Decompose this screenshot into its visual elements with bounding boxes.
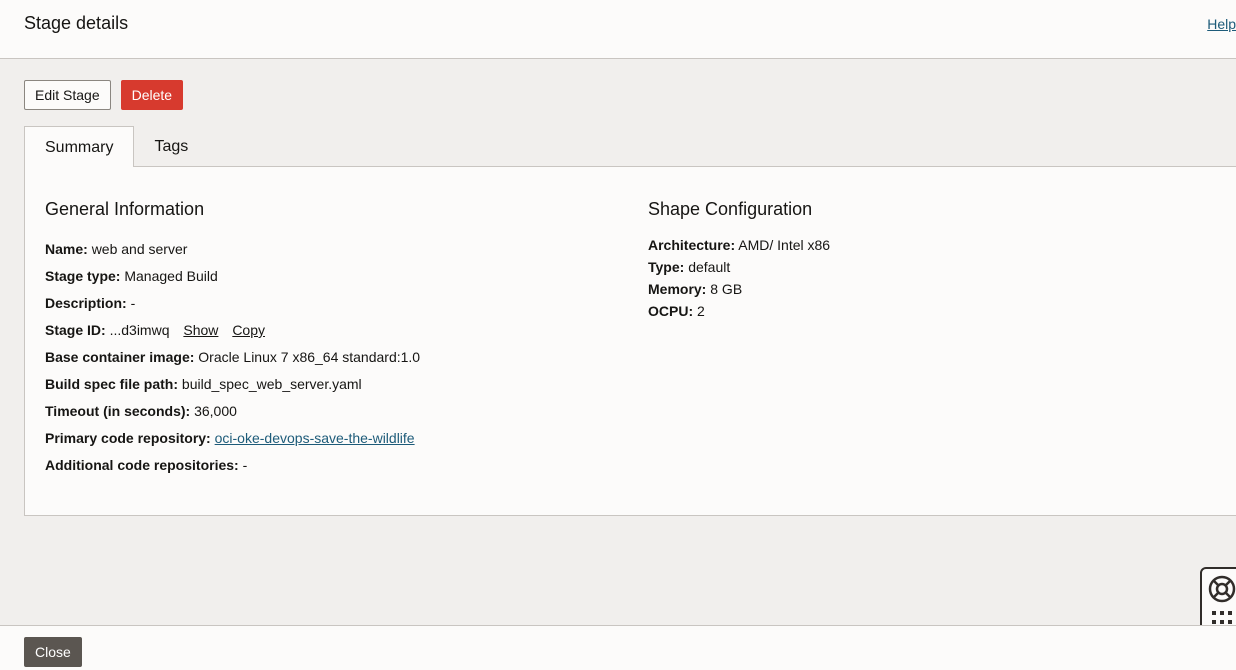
field-label: Build spec file path:: [45, 376, 179, 392]
lifebuoy-icon: [1208, 575, 1236, 603]
field-value: default: [688, 259, 731, 275]
field-value: Managed Build: [124, 268, 218, 284]
field-label: Stage ID:: [45, 322, 106, 338]
field-label: Timeout (in seconds):: [45, 403, 191, 419]
close-button[interactable]: Close: [24, 637, 82, 667]
page-footer: Close: [0, 625, 1236, 670]
field-value: -: [242, 457, 248, 473]
field-additional-repos: Additional code repositories: -: [45, 452, 420, 479]
field-build-spec-path: Build spec file path: build_spec_web_ser…: [45, 371, 420, 398]
field-ocpu: OCPU: 2: [648, 300, 830, 322]
general-information-section: General Information Name: web and server…: [45, 199, 420, 479]
help-widget[interactable]: [1200, 567, 1236, 631]
field-value: 36,000: [194, 403, 237, 419]
field-name: Name: web and server: [45, 236, 420, 263]
primary-repo-link[interactable]: oci-oke-devops-save-the-wildlife: [215, 430, 415, 446]
field-label: Additional code repositories:: [45, 457, 239, 473]
field-value: build_spec_web_server.yaml: [181, 376, 362, 392]
tab-summary[interactable]: Summary: [24, 126, 135, 167]
show-id-link[interactable]: Show: [183, 322, 218, 338]
field-label: Base container image:: [45, 349, 195, 365]
field-architecture: Architecture: AMD/ Intel x86: [648, 234, 830, 256]
field-label: Description:: [45, 295, 127, 311]
field-description: Description: -: [45, 290, 420, 317]
field-value: 2: [697, 303, 705, 319]
field-timeout: Timeout (in seconds): 36,000: [45, 398, 420, 425]
section-title-general: General Information: [45, 199, 205, 219]
section-title-shape: Shape Configuration: [648, 199, 813, 219]
shape-configuration-section: Shape Configuration Architecture: AMD/ I…: [648, 199, 830, 322]
field-type: Type: default: [648, 256, 830, 278]
delete-button[interactable]: Delete: [120, 80, 184, 110]
tab-bar: Summary Tags: [24, 126, 208, 167]
tab-tags[interactable]: Tags: [134, 126, 208, 167]
page-title: Stage details: [24, 13, 129, 33]
field-label: Stage type:: [45, 268, 121, 284]
field-value: AMD/ Intel x86: [738, 237, 831, 253]
field-value: 8 GB: [710, 281, 743, 297]
app-grid-icon: [1212, 611, 1232, 624]
help-link[interactable]: Help: [1207, 16, 1236, 32]
field-label: Primary code repository:: [45, 430, 211, 446]
field-value: web and server: [91, 241, 188, 257]
field-memory: Memory: 8 GB: [648, 278, 830, 300]
field-value: -: [130, 295, 136, 311]
field-stage-id: Stage ID: ...d3imwq Show Copy: [45, 317, 420, 344]
summary-panel: General Information Name: web and server…: [24, 166, 1236, 516]
field-base-container-image: Base container image: Oracle Linux 7 x86…: [45, 344, 420, 371]
action-bar: Edit Stage Delete: [24, 80, 184, 110]
page-header: Stage details Help: [0, 0, 1236, 59]
field-label: Memory:: [648, 281, 707, 297]
field-primary-repo: Primary code repository: oci-oke-devops-…: [45, 425, 420, 452]
edit-stage-button[interactable]: Edit Stage: [24, 80, 111, 110]
copy-id-link[interactable]: Copy: [232, 322, 265, 338]
field-stage-type: Stage type: Managed Build: [45, 263, 420, 290]
field-label: Architecture:: [648, 237, 736, 253]
field-label: Type:: [648, 259, 685, 275]
field-value: Oracle Linux 7 x86_64 standard:1.0: [198, 349, 421, 365]
field-label: OCPU:: [648, 303, 694, 319]
field-label: Name:: [45, 241, 88, 257]
field-value: ...d3imwq: [109, 322, 170, 338]
